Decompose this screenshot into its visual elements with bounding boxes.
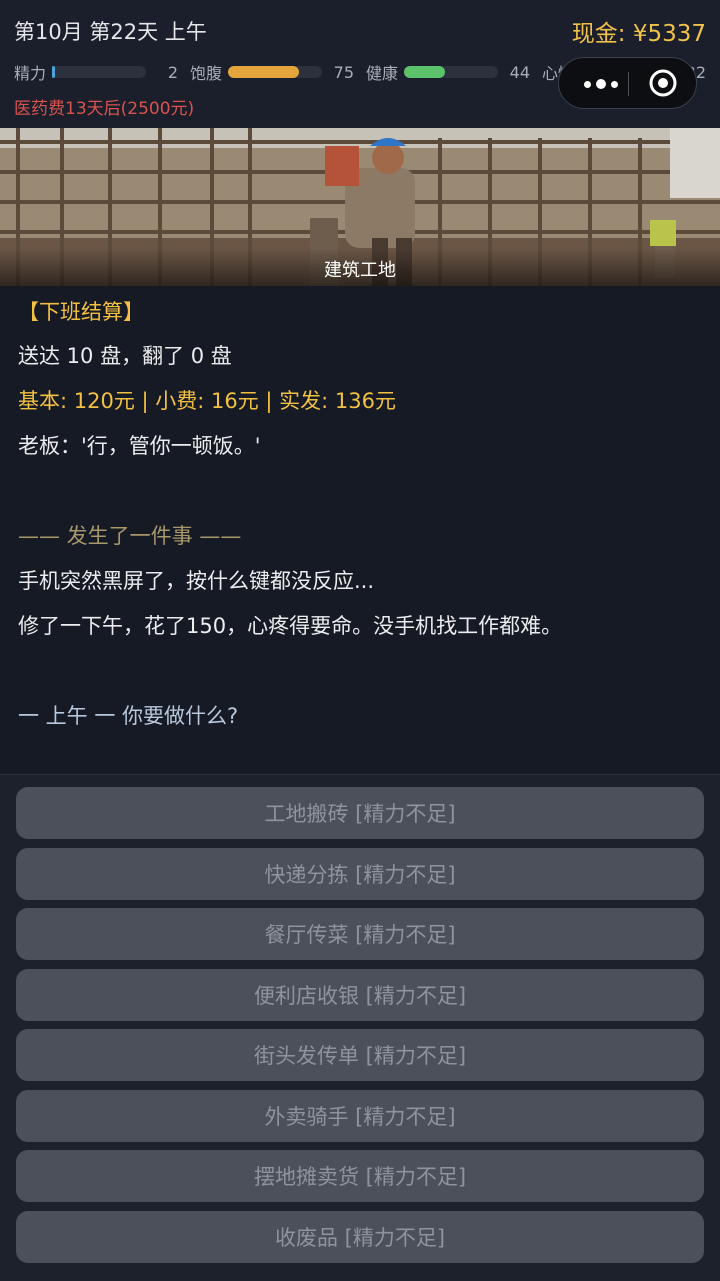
event-line-1: 手机突然黑屏了，按什么键都没反应... <box>18 569 375 593</box>
action-button-brick[interactable]: 工地搬砖 [精力不足] <box>16 787 704 839</box>
action-button-street-stall[interactable]: 摆地摊卖货 [精力不足] <box>16 1150 704 1202</box>
cash-display: 现金: ¥5337 <box>571 21 706 47</box>
stat-health-bar <box>404 66 498 78</box>
delivery-summary: 送达 10 盘，翻了 0 盘 <box>18 344 232 368</box>
action-button-parcel-sorting[interactable]: 快递分拣 [精力不足] <box>16 848 704 900</box>
stat-satiety-value: 75 <box>333 62 354 82</box>
boss-remark: 老板：'行，管你一顿饭。' <box>18 434 261 458</box>
target-circle-icon[interactable] <box>648 68 678 98</box>
settlement-title: 【下班结算】 <box>18 300 144 324</box>
capsule-divider <box>628 72 629 96</box>
location-caption: 建筑工地 <box>0 248 720 286</box>
status-header: 第10月 第22天 上午 现金: ¥5337 精力 2 饱腹 75 健康 44 … <box>0 0 720 128</box>
stat-energy-value: 2 <box>167 62 178 82</box>
action-button-recycling[interactable]: 收废品 [精力不足] <box>16 1211 704 1263</box>
action-prompt: 一 上午 一 你要做什么? <box>18 704 239 728</box>
event-line-2: 修了一下午，花了150，心疼得要命。没手机找工作都难。 <box>18 614 563 638</box>
stat-satiety-bar <box>228 66 322 78</box>
stat-health: 健康 44 <box>366 60 530 84</box>
pay-summary: 基本: 120元 | 小费: 16元 | 实发: 136元 <box>18 389 396 413</box>
action-button-waiter[interactable]: 餐厅传菜 [精力不足] <box>16 908 704 960</box>
stat-satiety: 饱腹 75 <box>190 60 354 84</box>
stat-energy-bar <box>52 66 146 78</box>
event-title: —— 发生了一件事 —— <box>18 524 242 548</box>
stat-energy: 精力 2 <box>14 60 178 84</box>
stat-health-value: 44 <box>509 62 530 82</box>
location-name: 建筑工地 <box>324 260 396 281</box>
more-dots-icon[interactable] <box>579 73 623 95</box>
stat-health-label: 健康 <box>366 64 399 83</box>
stat-satiety-label: 饱腹 <box>190 64 223 83</box>
miniprogram-capsule <box>558 57 697 109</box>
action-panel: 工地搬砖 [精力不足] 快递分拣 [精力不足] 餐厅传菜 [精力不足] 便利店收… <box>0 774 720 1281</box>
action-button-flyers[interactable]: 街头发传单 [精力不足] <box>16 1029 704 1081</box>
medical-fee-warning: 医药费13天后(2500元) <box>14 99 195 119</box>
game-date: 第10月 第22天 上午 <box>14 20 207 44</box>
action-button-cashier[interactable]: 便利店收银 [精力不足] <box>16 969 704 1021</box>
action-button-delivery-rider[interactable]: 外卖骑手 [精力不足] <box>16 1090 704 1142</box>
stat-energy-label: 精力 <box>14 64 47 83</box>
location-image: 建筑工地 <box>0 128 720 286</box>
